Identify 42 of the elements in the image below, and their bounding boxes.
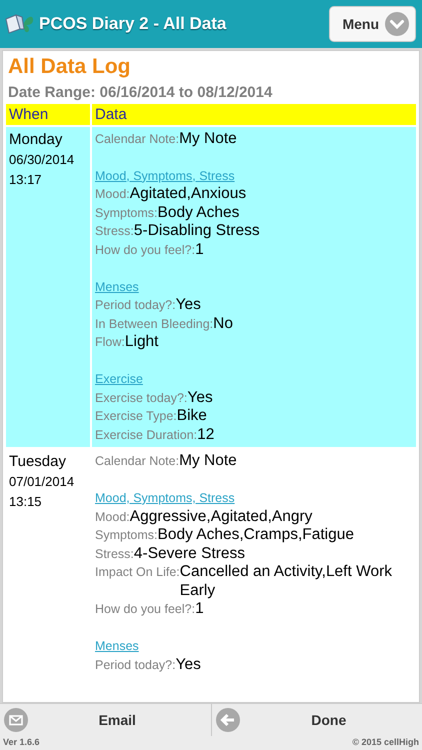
section-link[interactable]: Mood, Symptoms, Stress [95, 168, 235, 183]
section-link[interactable]: Mood, Symptoms, Stress [95, 490, 235, 505]
column-header: Data [92, 104, 416, 125]
section-link[interactable]: Menses [95, 639, 139, 654]
app-title: PCOS Diary 2 - All Data [39, 14, 228, 34]
chevron-down-icon [385, 12, 409, 36]
done-button[interactable]: Done [210, 704, 422, 736]
data-field: Symptoms:Body Aches [95, 204, 413, 222]
entry-time: 13:15 [9, 493, 43, 512]
entry-date: 07/01/2014 [9, 473, 76, 492]
entry-time: 13:17 [9, 171, 43, 189]
envelope-icon [4, 708, 28, 732]
data-field: In Between Bleeding:No [95, 314, 413, 334]
data-field: Impact On Life:Cancelled an Activity,Left Work Early [95, 563, 413, 600]
section-link[interactable]: Menses [95, 280, 139, 294]
column-header: When [6, 104, 90, 125]
weekday: Tuesday [9, 452, 67, 472]
data-field: Stress:4-Severe Stress [95, 544, 413, 564]
data-field: How do you feel?:1 [95, 600, 413, 620]
date-range: Date Range: 06/16/2014 to 08/12/2014 [8, 84, 274, 101]
data-field: Mood:Aggressive,Agitated,Angry [95, 508, 413, 526]
data-field: Stress:5-Disabling Stress [95, 222, 413, 241]
data-field: Symptoms:Body Aches,Cramps,Fatigue [95, 526, 413, 545]
data-field: How do you feel?:1 [95, 240, 413, 260]
arrow-left-icon [216, 708, 240, 732]
copyright-label: © 2015 cellHigh [352, 737, 419, 747]
version-label: Ver 1.6.6 [3, 737, 40, 747]
weekday: Monday [9, 130, 64, 150]
data-field: Exercise Duration:12 [95, 426, 413, 444]
page-title: All Data Log [8, 55, 132, 79]
data-field: Exercise today?:Yes [95, 388, 413, 408]
section-link[interactable]: Exercise [95, 372, 143, 386]
data-field: Calendar Note:My Note [95, 452, 413, 471]
data-field: Flow:Light [95, 333, 413, 352]
menu-button[interactable]: Menu [329, 6, 416, 42]
data-field: Exercise Type:Bike [95, 407, 413, 426]
data-field: Period today?:Yes [95, 656, 413, 674]
data-field: Mood:Agitated,Anxious [95, 185, 413, 204]
data-field: Period today?:Yes [95, 296, 413, 315]
email-button[interactable]: Email [0, 704, 210, 736]
entry-date: 06/30/2014 [9, 151, 76, 169]
data-field: Calendar Note:My Note [95, 130, 413, 149]
